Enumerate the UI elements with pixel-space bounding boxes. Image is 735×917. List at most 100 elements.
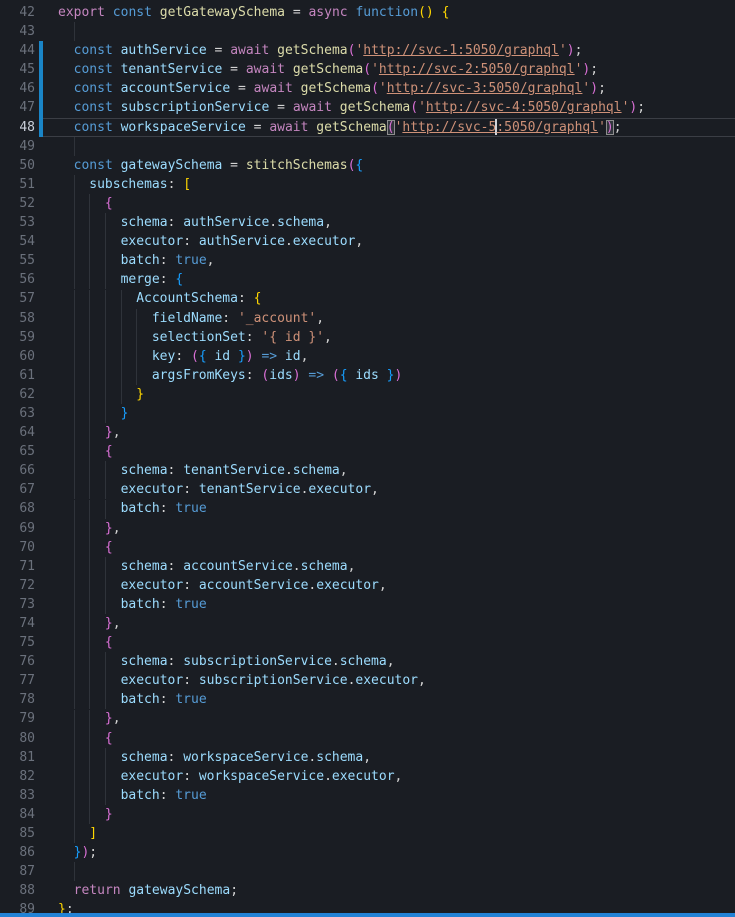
line-number[interactable]: 82: [0, 767, 35, 786]
line-number[interactable]: 42: [0, 3, 35, 22]
code-line[interactable]: 57AccountSchema: {: [0, 289, 735, 308]
line-number[interactable]: 57: [0, 289, 35, 308]
code-line[interactable]: 49: [0, 137, 735, 156]
code-line[interactable]: 70{: [0, 538, 735, 557]
code-line[interactable]: 47const subscriptionService = await getS…: [0, 98, 735, 117]
line-number[interactable]: 69: [0, 519, 35, 538]
code-line[interactable]: 52{: [0, 194, 735, 213]
code-line[interactable]: 73batch: true: [0, 595, 735, 614]
code-line[interactable]: 68batch: true: [0, 499, 735, 518]
line-number[interactable]: 65: [0, 442, 35, 461]
line-number[interactable]: 55: [0, 251, 35, 270]
code-token: executor: [121, 769, 184, 784]
code-line[interactable]: 67executor: tenantService.executor,: [0, 480, 735, 499]
line-number[interactable]: 54: [0, 232, 35, 251]
code-line[interactable]: 72executor: accountService.executor,: [0, 576, 735, 595]
code-line[interactable]: 78batch: true: [0, 690, 735, 709]
line-number[interactable]: 76: [0, 652, 35, 671]
line-number[interactable]: 59: [0, 328, 35, 347]
line-number[interactable]: 47: [0, 98, 35, 117]
line-number[interactable]: 44: [0, 41, 35, 60]
line-number[interactable]: 80: [0, 729, 35, 748]
code-line[interactable]: 74},: [0, 614, 735, 633]
line-number[interactable]: 58: [0, 309, 35, 328]
code-line[interactable]: 64},: [0, 423, 735, 442]
code-line[interactable]: 63}: [0, 404, 735, 423]
code-line[interactable]: 60key: ({ id }) => id,: [0, 347, 735, 366]
code-line[interactable]: 79},: [0, 709, 735, 728]
line-number[interactable]: 81: [0, 748, 35, 767]
line-number[interactable]: 75: [0, 633, 35, 652]
code-line[interactable]: 75 {: [0, 633, 735, 652]
code-line[interactable]: 69},: [0, 519, 735, 538]
code-line[interactable]: 45const tenantService = await getSchema(…: [0, 60, 735, 79]
code-editor[interactable]: 42export const getGatewaySchema = async …: [0, 0, 735, 917]
code-line[interactable]: 54executor: authService.executor,: [0, 232, 735, 251]
line-number[interactable]: 67: [0, 480, 35, 499]
line-number[interactable]: 77: [0, 671, 35, 690]
code-line[interactable]: 83batch: true: [0, 786, 735, 805]
code-line[interactable]: 65{: [0, 442, 735, 461]
line-number[interactable]: 83: [0, 786, 35, 805]
code-line[interactable]: 46const accountService = await getSchema…: [0, 79, 735, 98]
code-line[interactable]: 76schema: subscriptionService.schema,: [0, 652, 735, 671]
code-line[interactable]: 87: [0, 862, 735, 881]
line-number[interactable]: 50: [0, 156, 35, 175]
code-line[interactable]: 86});: [0, 843, 735, 862]
line-number[interactable]: 74: [0, 614, 35, 633]
line-number[interactable]: 84: [0, 805, 35, 824]
code-line[interactable]: 82executor: workspaceService.executor,: [0, 767, 735, 786]
code-line[interactable]: 61argsFromKeys: (ids) => ({ ids }): [0, 366, 735, 385]
code-line[interactable]: 77executor: subscriptionService.executor…: [0, 671, 735, 690]
line-number[interactable]: 68: [0, 499, 35, 518]
line-number[interactable]: 72: [0, 576, 35, 595]
line-number[interactable]: 52: [0, 194, 35, 213]
code-line[interactable]: 59selectionSet: '{ id }',: [0, 328, 735, 347]
code-line[interactable]: 48const workspaceService = await getSche…: [0, 118, 735, 137]
code-line[interactable]: 53schema: authService.schema,: [0, 213, 735, 232]
line-number[interactable]: 86: [0, 843, 35, 862]
line-number[interactable]: 49: [0, 137, 35, 156]
code-line[interactable]: 66schema: tenantService.schema,: [0, 461, 735, 480]
line-number[interactable]: 78: [0, 690, 35, 709]
code-line[interactable]: 80{: [0, 729, 735, 748]
line-number[interactable]: 48: [0, 118, 35, 137]
line-number[interactable]: 46: [0, 79, 35, 98]
code-line[interactable]: 88return gatewaySchema;: [0, 881, 735, 900]
code-line[interactable]: 42export const getGatewaySchema = async …: [0, 3, 735, 22]
line-number[interactable]: 62: [0, 385, 35, 404]
line-number[interactable]: 56: [0, 270, 35, 289]
line-number[interactable]: 79: [0, 709, 35, 728]
line-number[interactable]: 51: [0, 175, 35, 194]
line-number[interactable]: 63: [0, 404, 35, 423]
code-line[interactable]: 56merge: {: [0, 270, 735, 289]
indent-guide: [74, 423, 90, 442]
code-token: {: [105, 635, 113, 650]
code-line[interactable]: 51subschemas: [: [0, 175, 735, 194]
line-number[interactable]: 53: [0, 213, 35, 232]
indent-guide: [105, 500, 121, 519]
line-number[interactable]: 71: [0, 557, 35, 576]
line-number[interactable]: 87: [0, 862, 35, 881]
line-number[interactable]: 73: [0, 595, 35, 614]
line-number[interactable]: 45: [0, 60, 35, 79]
line-number[interactable]: 60: [0, 347, 35, 366]
code-line[interactable]: 71schema: accountService.schema,: [0, 557, 735, 576]
code-line[interactable]: 84}: [0, 805, 735, 824]
line-number[interactable]: 88: [0, 881, 35, 900]
code-line[interactable]: 44const authService = await getSchema('h…: [0, 41, 735, 60]
line-number[interactable]: 43: [0, 22, 35, 41]
code-line[interactable]: 62}: [0, 385, 735, 404]
code-line[interactable]: 58fieldName: '_account',: [0, 309, 735, 328]
line-number[interactable]: 66: [0, 461, 35, 480]
line-number[interactable]: 70: [0, 538, 35, 557]
code-line[interactable]: 50const gatewaySchema = stitchSchemas({: [0, 156, 735, 175]
code-line[interactable]: 43: [0, 22, 735, 41]
code-line[interactable]: 85]: [0, 824, 735, 843]
code-token: '_account': [238, 311, 316, 326]
line-number[interactable]: 61: [0, 366, 35, 385]
line-number[interactable]: 85: [0, 824, 35, 843]
code-line[interactable]: 81schema: workspaceService.schema,: [0, 748, 735, 767]
line-number[interactable]: 64: [0, 423, 35, 442]
code-line[interactable]: 55batch: true,: [0, 251, 735, 270]
